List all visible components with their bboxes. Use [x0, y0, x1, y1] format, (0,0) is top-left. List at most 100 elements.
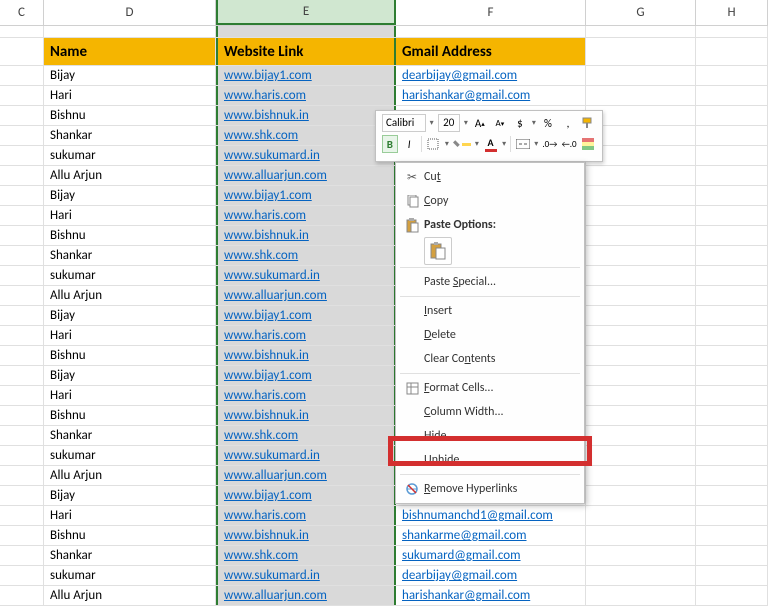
- col-header-d[interactable]: D: [44, 0, 216, 25]
- cell-email[interactable]: harishankar@gmail.com: [396, 86, 586, 105]
- table-row[interactable]: Bijaywww.bijay1.comm: [0, 366, 768, 386]
- table-row[interactable]: sukumarwww.sukumard.indearbijay@gmail.co…: [0, 566, 768, 586]
- table-row[interactable]: Bijaywww.bijay1.comcom: [0, 186, 768, 206]
- cell-website[interactable]: www.bishnuk.in: [216, 406, 396, 425]
- menu-column-width[interactable]: Column Width...: [396, 400, 584, 424]
- bold-button[interactable]: B: [382, 135, 398, 153]
- fill-color-button[interactable]: [453, 135, 471, 153]
- cell-name[interactable]: Allu Arjun: [44, 586, 216, 605]
- cell-name[interactable]: Bishnu: [44, 226, 216, 245]
- decrease-decimal-button[interactable]: ←.0: [561, 135, 576, 153]
- table-row[interactable]: Bijaywww.bijay1.comcom: [0, 486, 768, 506]
- cell-name[interactable]: Bishnu: [44, 406, 216, 425]
- cell-website[interactable]: www.alluarjun.com: [216, 166, 396, 185]
- table-row[interactable]: Bijaywww.bijay1.comdearbijay@gmail.com: [0, 66, 768, 86]
- col-header-f[interactable]: F: [396, 0, 586, 25]
- col-header-g[interactable]: G: [586, 0, 696, 25]
- table-row[interactable]: Shankarwww.shk.comom: [0, 426, 768, 446]
- cell-email[interactable]: bishnumanchd1@gmail.com: [396, 506, 586, 525]
- cell-name[interactable]: Allu Arjun: [44, 286, 216, 305]
- percent-button[interactable]: %: [540, 114, 556, 132]
- menu-copy[interactable]: Copy: [396, 189, 584, 213]
- cell-name[interactable]: sukumar: [44, 146, 216, 165]
- cell-email[interactable]: sukumard@gmail.com: [396, 546, 586, 565]
- cell-website[interactable]: www.sukumard.in: [216, 266, 396, 285]
- cell-name[interactable]: Hari: [44, 206, 216, 225]
- cell-website[interactable]: www.shk.com: [216, 426, 396, 445]
- cell-website[interactable]: www.alluarjun.com: [216, 466, 396, 485]
- table-row[interactable]: Hariwww.haris.comcom: [0, 386, 768, 406]
- cell-website[interactable]: www.haris.com: [216, 506, 396, 525]
- table-row[interactable]: Hariwww.haris.comharishankar@gmail.com: [0, 86, 768, 106]
- comma-button[interactable]: ,: [560, 114, 576, 132]
- cell-website[interactable]: www.haris.com: [216, 326, 396, 345]
- cell-name[interactable]: Bishnu: [44, 106, 216, 125]
- format-painter-icon[interactable]: [580, 114, 596, 132]
- menu-clear-contents[interactable]: Clear Contents: [396, 347, 584, 371]
- cell-name[interactable]: Allu Arjun: [44, 466, 216, 485]
- cell-website[interactable]: www.bijay1.com: [216, 486, 396, 505]
- cell-name[interactable]: Shankar: [44, 246, 216, 265]
- cell-website[interactable]: www.bijay1.com: [216, 366, 396, 385]
- menu-paste-special[interactable]: Paste Special...: [396, 270, 584, 294]
- font-size-selector[interactable]: 20: [438, 114, 460, 132]
- merge-button[interactable]: [515, 135, 530, 153]
- table-row[interactable]: sukumarwww.sukumard.inm: [0, 266, 768, 286]
- cell-email[interactable]: dearbijay@gmail.com: [396, 566, 586, 585]
- table-row[interactable]: Hariwww.haris.comnail.com: [0, 206, 768, 226]
- cell-website[interactable]: www.alluarjun.com: [216, 586, 396, 605]
- cell-name[interactable]: Bijay: [44, 306, 216, 325]
- menu-unhide[interactable]: Unhide: [396, 448, 584, 472]
- cell-website[interactable]: www.shk.com: [216, 546, 396, 565]
- spreadsheet-grid[interactable]: Name Website Link Gmail Address Bijaywww…: [0, 26, 768, 547]
- cell-website[interactable]: www.bishnuk.in: [216, 526, 396, 545]
- menu-insert[interactable]: Insert: [396, 299, 584, 323]
- cell-name[interactable]: Hari: [44, 386, 216, 405]
- cell-website[interactable]: www.bijay1.com: [216, 306, 396, 325]
- table-row[interactable]: Allu Arjunwww.alluarjun.comharishankar@g…: [0, 586, 768, 606]
- cell-name[interactable]: Bijay: [44, 66, 216, 85]
- increase-decimal-button[interactable]: .0→: [542, 135, 557, 153]
- cell-name[interactable]: sukumar: [44, 446, 216, 465]
- cell-name[interactable]: Bijay: [44, 186, 216, 205]
- cell-website[interactable]: www.bishnuk.in: [216, 226, 396, 245]
- table-row[interactable]: sukumarwww.sukumard.in: [0, 446, 768, 466]
- cell-website[interactable]: www.haris.com: [216, 86, 396, 105]
- cell-email[interactable]: shankarme@gmail.com: [396, 526, 586, 545]
- cell-name[interactable]: sukumar: [44, 266, 216, 285]
- borders-button[interactable]: [426, 135, 441, 153]
- cell-name[interactable]: Shankar: [44, 546, 216, 565]
- table-row[interactable]: Bishnuwww.bishnuk.innail.com: [0, 406, 768, 426]
- cell-website[interactable]: www.shk.com: [216, 126, 396, 145]
- menu-format-cells[interactable]: Format Cells...: [396, 376, 584, 400]
- cell-name[interactable]: sukumar: [44, 566, 216, 585]
- italic-button[interactable]: I: [402, 135, 417, 153]
- cell-name[interactable]: Bijay: [44, 366, 216, 385]
- cell-name[interactable]: Hari: [44, 326, 216, 345]
- cell-name[interactable]: Hari: [44, 86, 216, 105]
- currency-button[interactable]: $: [512, 114, 528, 132]
- cell-name[interactable]: Bijay: [44, 486, 216, 505]
- cell-website[interactable]: www.sukumard.in: [216, 146, 396, 165]
- decrease-font-button[interactable]: A▾: [492, 114, 508, 132]
- menu-cut[interactable]: ✂ Cut: [396, 165, 584, 189]
- table-row[interactable]: Shankarwww.shk.com: [0, 246, 768, 266]
- table-row[interactable]: Shankarwww.shk.comsukumard@gmail.com: [0, 546, 768, 566]
- table-row[interactable]: Allu Arjunwww.alluarjun.comcom: [0, 286, 768, 306]
- cell-website[interactable]: www.haris.com: [216, 386, 396, 405]
- cell-website[interactable]: www.bishnuk.in: [216, 106, 396, 125]
- cell-email[interactable]: harishankar@gmail.com: [396, 586, 586, 605]
- menu-hide[interactable]: Hide: [396, 424, 584, 448]
- table-row[interactable]: Bishnuwww.bishnuk.inom: [0, 226, 768, 246]
- menu-remove-hyperlinks[interactable]: Remove Hyperlinks: [396, 477, 584, 501]
- increase-font-button[interactable]: A▴: [472, 114, 488, 132]
- table-row[interactable]: Bishnuwww.bishnuk.inshankarme@gmail.com: [0, 526, 768, 546]
- cell-website[interactable]: www.bishnuk.in: [216, 346, 396, 365]
- col-header-e[interactable]: E: [216, 0, 396, 25]
- table-row[interactable]: Allu Arjunwww.alluarjun.comdearbijay@gma…: [0, 166, 768, 186]
- cell-website[interactable]: www.sukumard.in: [216, 566, 396, 585]
- cell-name[interactable]: Hari: [44, 506, 216, 525]
- cell-website[interactable]: www.haris.com: [216, 206, 396, 225]
- font-selector[interactable]: Calibri: [382, 114, 426, 132]
- cell-website[interactable]: www.bijay1.com: [216, 186, 396, 205]
